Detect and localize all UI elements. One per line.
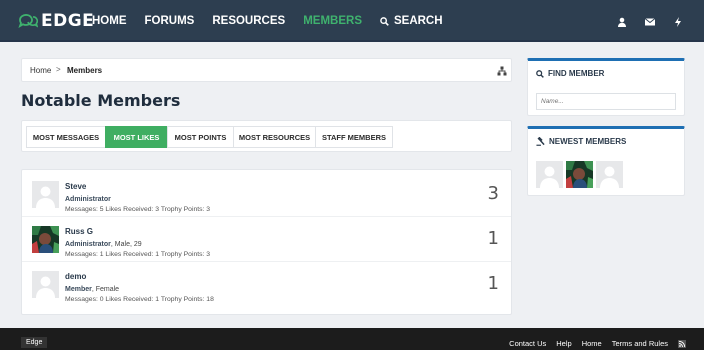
top-navbar: EDGE HOME FORUMS RESOURCES MEMBERS SEARC… <box>0 0 704 42</box>
role-title: Administrator <box>65 196 111 203</box>
member-name[interactable]: Russ G <box>65 227 93 236</box>
list-item: Steve Administrator Messages: 5 Likes Re… <box>22 172 511 217</box>
envelope-icon[interactable] <box>644 15 656 27</box>
page-title: Notable Members <box>21 91 181 110</box>
tab-most-likes[interactable]: MOST LIKES <box>105 126 168 148</box>
style-chooser[interactable]: Edge <box>21 337 48 348</box>
footer-home-link[interactable]: Home <box>582 339 602 348</box>
newest-members-block: NEWEST MEMBERS <box>527 126 685 196</box>
member-tabs: MOST MESSAGES MOST LIKES MOST POINTS MOS… <box>21 120 512 152</box>
find-member-block: FIND MEMBER <box>527 58 685 116</box>
footer: Edge Contact Us Help Home Terms and Rule… <box>0 328 704 350</box>
tab-most-resources[interactable]: MOST RESOURCES <box>233 126 316 148</box>
search-icon <box>536 69 544 78</box>
tab-staff-members[interactable]: STAFF MEMBERS <box>315 126 393 148</box>
site-name: EDGE <box>41 11 95 31</box>
find-member-heading: FIND MEMBER <box>536 69 604 78</box>
member-search-input[interactable] <box>536 93 676 110</box>
avatar[interactable] <box>596 161 623 188</box>
member-stats: Messages: 1 Likes Received: 1 Trophy Poi… <box>65 251 211 258</box>
gavel-icon <box>536 137 545 146</box>
rss-icon[interactable] <box>678 339 686 348</box>
footer-links: Contact Us Help Home Terms and Rules <box>509 339 686 348</box>
like-count: 1 <box>487 228 499 249</box>
role-extra: , Female <box>91 286 120 293</box>
nav-forums[interactable]: FORUMS <box>145 15 195 27</box>
breadcrumb-separator: > <box>56 65 61 74</box>
avatar[interactable] <box>32 181 59 208</box>
breadcrumb: Home > Members <box>21 58 512 82</box>
avatar[interactable] <box>536 161 563 188</box>
tab-most-messages[interactable]: MOST MESSAGES <box>26 126 106 148</box>
member-list: Steve Administrator Messages: 5 Likes Re… <box>21 169 512 315</box>
role-title: Administrator <box>65 241 111 248</box>
user-icon[interactable] <box>616 15 628 27</box>
nav-search[interactable]: SEARCH <box>380 15 443 27</box>
role-title: Member <box>65 286 92 293</box>
member-stats: Messages: 0 Likes Received: 1 Trophy Poi… <box>65 296 214 303</box>
site-logo[interactable]: EDGE <box>18 11 94 31</box>
like-count: 1 <box>487 273 499 294</box>
nav-search-label: SEARCH <box>393 15 443 27</box>
footer-contact-link[interactable]: Contact Us <box>509 339 546 348</box>
newest-members-title: NEWEST MEMBERS <box>549 137 627 146</box>
like-count: 3 <box>487 183 499 204</box>
breadcrumb-current[interactable]: Members <box>67 66 102 75</box>
avatar[interactable] <box>566 161 593 188</box>
member-stats: Messages: 5 Likes Received: 3 Trophy Poi… <box>65 206 211 213</box>
list-item: Russ G Administrator, Male, 29 Messages:… <box>22 217 511 262</box>
bolt-icon[interactable] <box>672 15 684 27</box>
role-extra: , Male, 29 <box>110 241 142 248</box>
member-name[interactable]: Steve <box>65 182 86 191</box>
breadcrumb-home[interactable]: Home <box>30 66 51 75</box>
sitemap-icon[interactable] <box>497 66 507 76</box>
avatar[interactable] <box>32 226 59 253</box>
nav-resources[interactable]: RESOURCES <box>212 15 285 27</box>
chat-bubbles-icon <box>18 14 38 28</box>
search-icon <box>380 16 389 26</box>
nav-members[interactable]: MEMBERS <box>303 15 362 27</box>
nav-home[interactable]: HOME <box>92 15 127 27</box>
user-tools <box>616 15 684 27</box>
newest-members-heading: NEWEST MEMBERS <box>536 137 626 146</box>
footer-help-link[interactable]: Help <box>556 339 571 348</box>
member-role: Administrator, Male, 29 <box>65 241 142 248</box>
main-nav: HOME FORUMS RESOURCES MEMBERS SEARCH <box>92 0 461 42</box>
member-role: Administrator <box>65 196 111 203</box>
member-role: Member, Female <box>65 286 119 293</box>
footer-terms-link[interactable]: Terms and Rules <box>612 339 668 348</box>
avatar[interactable] <box>32 271 59 298</box>
find-member-title: FIND MEMBER <box>548 69 605 78</box>
tab-most-points[interactable]: MOST POINTS <box>167 126 234 148</box>
member-name[interactable]: demo <box>65 272 86 281</box>
list-item: demo Member, Female Messages: 0 Likes Re… <box>22 262 511 307</box>
